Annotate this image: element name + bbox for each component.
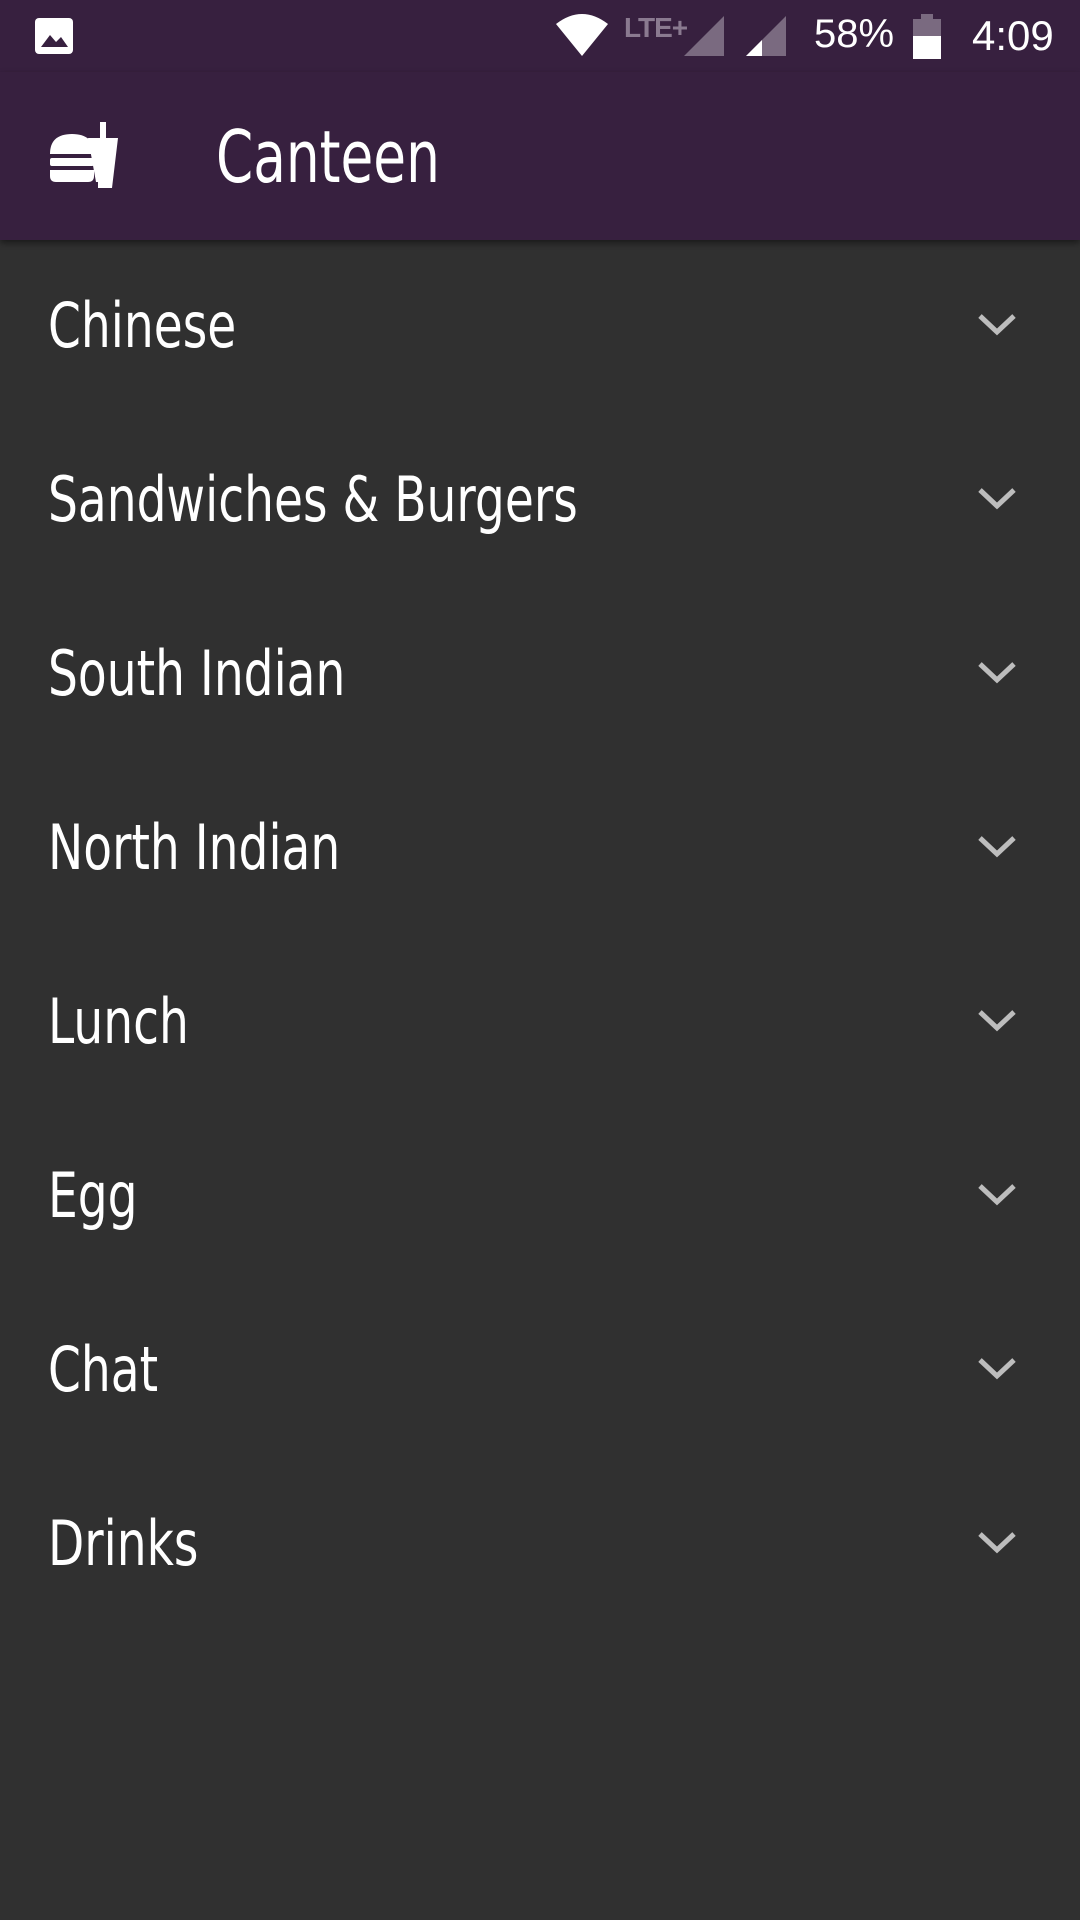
chevron-down-icon[interactable] <box>976 832 1018 860</box>
category-row-sandwiches-burgers[interactable]: Sandwiches & Burgers <box>0 414 1080 588</box>
category-label: Chinese <box>48 289 237 362</box>
status-bar: LTE+ 58% 4:09 <box>0 0 1080 72</box>
category-label: Drinks <box>48 1507 199 1580</box>
chevron-down-icon[interactable] <box>976 310 1018 338</box>
cell-signal-icon <box>684 16 724 56</box>
category-label: Egg <box>48 1159 138 1232</box>
battery-icon <box>913 14 941 59</box>
category-row-chinese[interactable]: Chinese <box>0 240 1080 414</box>
chevron-down-icon[interactable] <box>976 658 1018 686</box>
chevron-down-icon[interactable] <box>976 484 1018 512</box>
app-bar: Canteen <box>0 72 1080 240</box>
category-label: South Indian <box>48 637 346 710</box>
category-row-north-indian[interactable]: North Indian <box>0 762 1080 936</box>
chevron-down-icon[interactable] <box>976 1180 1018 1208</box>
chevron-down-icon[interactable] <box>976 1528 1018 1556</box>
category-row-chat[interactable]: Chat <box>0 1284 1080 1458</box>
app-title: Canteen <box>216 115 440 199</box>
battery-percent: 58% <box>814 12 895 56</box>
category-label: Sandwiches & Burgers <box>48 463 578 536</box>
chevron-down-icon[interactable] <box>976 1006 1018 1034</box>
chevron-down-icon[interactable] <box>976 1354 1018 1382</box>
fastfood-icon <box>50 122 118 188</box>
wifi-icon <box>556 14 608 56</box>
gallery-icon <box>35 18 73 54</box>
clock: 4:09 <box>972 12 1054 59</box>
category-row-egg[interactable]: Egg <box>0 1110 1080 1284</box>
network-type-label: LTE+ <box>624 12 688 43</box>
category-list: Chinese Sandwiches & Burgers South India… <box>0 240 1080 1632</box>
category-label: Lunch <box>48 985 189 1058</box>
category-label: North Indian <box>48 811 341 884</box>
category-label: Chat <box>48 1333 159 1406</box>
category-row-lunch[interactable]: Lunch <box>0 936 1080 1110</box>
category-row-drinks[interactable]: Drinks <box>0 1458 1080 1632</box>
category-row-south-indian[interactable]: South Indian <box>0 588 1080 762</box>
cell-signal-icon <box>746 16 786 56</box>
